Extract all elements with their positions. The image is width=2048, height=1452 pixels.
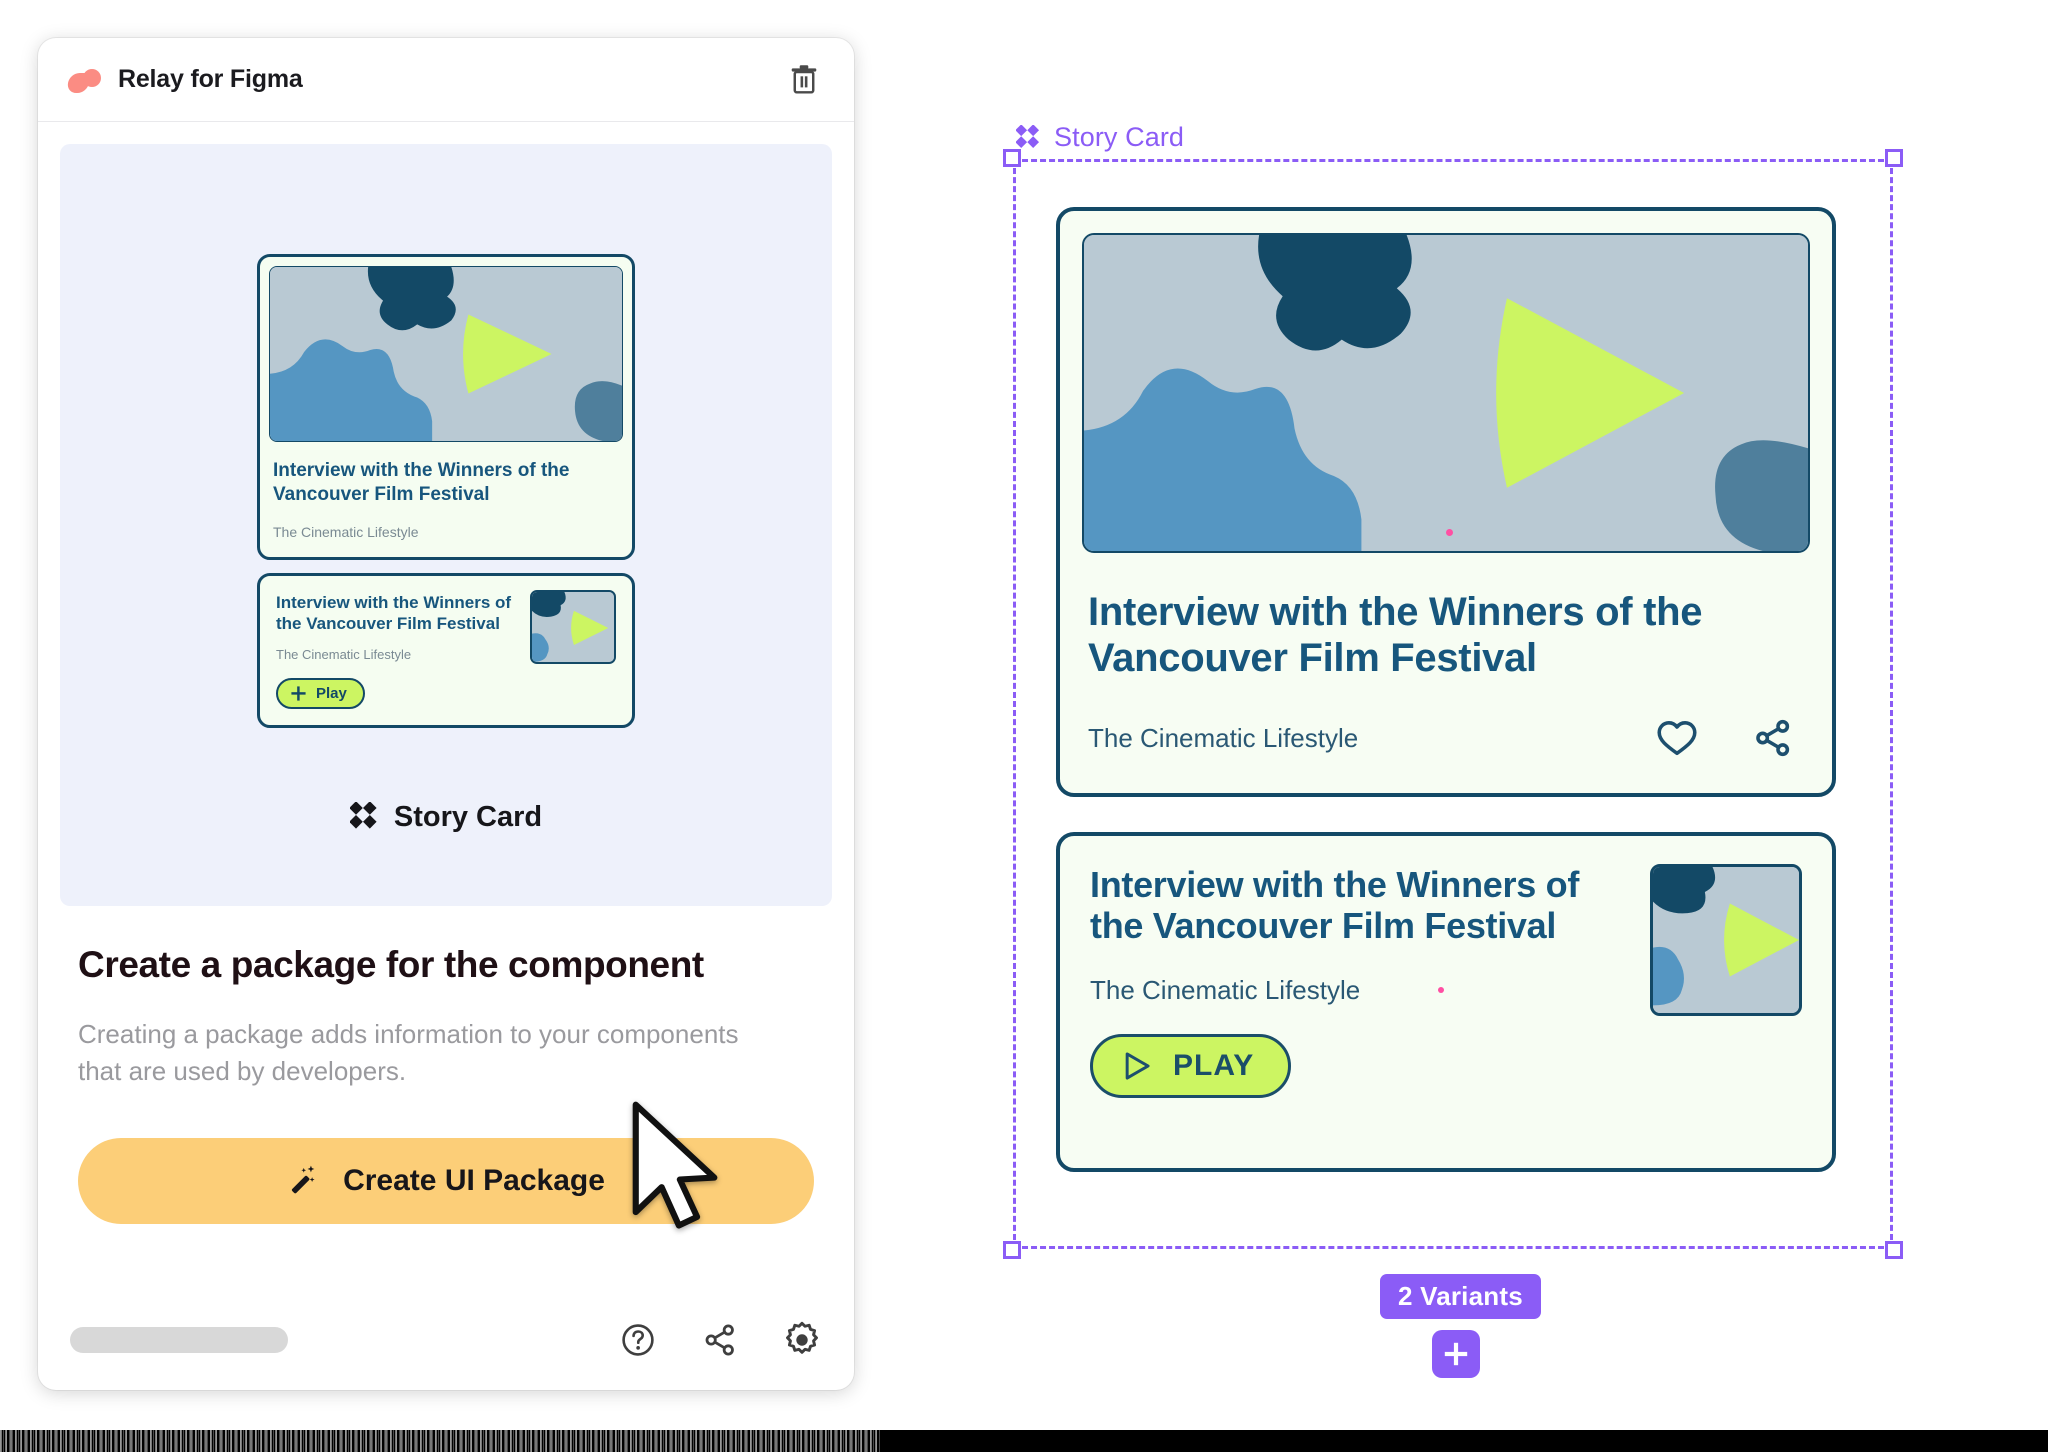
- canvas-label-text: Story Card: [1054, 122, 1185, 152]
- play-triangle-icon: [1125, 1052, 1150, 1080]
- abstract-illustration: [1084, 235, 1808, 551]
- panel-header: Relay for Figma: [38, 38, 854, 122]
- footer-icons: [618, 1320, 822, 1360]
- story-card-variant-title: Interview with the Winners of the Vancou…: [1090, 864, 1580, 947]
- magic-wand-icon: [292, 1165, 315, 1194]
- relay-plugin-panel: Relay for Figma Interview with the Winne…: [38, 38, 854, 1390]
- drag-handle[interactable]: [70, 1327, 288, 1353]
- relay-logo-icon: [66, 67, 102, 93]
- plus-icon: [1444, 1342, 1468, 1366]
- share-icon: [705, 1324, 734, 1356]
- noise-speckle: [0, 1430, 880, 1452]
- center-anchor-dot: [1438, 987, 1445, 994]
- story-card-variant-meta: The Cinematic Lifestyle: [1090, 975, 1626, 1006]
- gear-icon: [786, 1321, 818, 1354]
- story-card-subtitle: The Cinematic Lifestyle: [1088, 722, 1359, 753]
- resize-handle-top-right[interactable]: [1885, 149, 1903, 167]
- help-circle-icon: [622, 1324, 654, 1356]
- plus-icon: [291, 686, 306, 701]
- help-button[interactable]: [618, 1320, 658, 1360]
- mini-cards: Interview with the Winners of the Vancou…: [257, 254, 635, 741]
- story-card-thumbnail: [1082, 233, 1810, 553]
- story-card-actions: [1656, 717, 1804, 759]
- preview-card-default: Interview with the Winners of the Vancou…: [257, 254, 635, 560]
- component-set-selection[interactable]: Interview with the Winners of the Vancou…: [1003, 149, 1903, 1259]
- screen-bottom-strip: [0, 1430, 2048, 1452]
- resize-handle-top-left[interactable]: [1003, 149, 1021, 167]
- like-button[interactable]: [1656, 718, 1698, 758]
- figma-component-icon: [349, 802, 377, 829]
- story-card-meta: The Cinematic Lifestyle: [1088, 717, 1804, 759]
- story-card-title: Interview with the Winners of the Vancou…: [1088, 590, 1703, 680]
- heart-icon: [1657, 721, 1697, 756]
- story-card-default[interactable]: Interview with the Winners of the Vancou…: [1056, 207, 1836, 797]
- center-anchor-dot: [1446, 529, 1453, 536]
- abstract-illustration: [270, 267, 622, 441]
- panel-body: Create a package for the component Creat…: [38, 906, 854, 1224]
- component-preview-stage: Interview with the Winners of the Vancou…: [60, 144, 832, 906]
- stage-label-text: Story Card: [393, 800, 543, 833]
- create-ui-package-button[interactable]: Create UI Package: [78, 1137, 814, 1224]
- figma-component-icon: [1016, 124, 1040, 148]
- panel-title: Relay for Figma: [118, 65, 303, 93]
- create-ui-package-label: Create UI Package: [343, 1163, 605, 1197]
- play-button[interactable]: PLAY: [1090, 1033, 1292, 1098]
- trash-icon: [791, 64, 817, 94]
- preview-card-variant: Interview with the Winners of the Vancou…: [257, 572, 635, 728]
- add-variant-button[interactable]: [1432, 1330, 1480, 1378]
- share-button[interactable]: [700, 1320, 740, 1360]
- share-button[interactable]: [1752, 717, 1794, 759]
- play-button-label: PLAY: [1173, 1048, 1255, 1082]
- preview-card-title: Interview with the Winners of the Vancou…: [273, 460, 570, 506]
- brand: Relay for Figma: [66, 65, 303, 94]
- resize-handle-bottom-left[interactable]: [1003, 1241, 1021, 1259]
- preview-variant-thumbnail: [530, 589, 616, 664]
- preview-card-subtitle: The Cinematic Lifestyle: [273, 523, 419, 540]
- stage-component-label: Story Card: [349, 800, 543, 834]
- variants-badge: 2 Variants: [1380, 1274, 1541, 1319]
- canvas-component-label[interactable]: Story Card: [1016, 122, 1184, 153]
- preview-play-button[interactable]: Play: [276, 677, 365, 709]
- abstract-illustration: [532, 591, 614, 662]
- abstract-illustration: [1653, 867, 1799, 1013]
- preview-play-label: Play: [316, 684, 347, 702]
- delete-button[interactable]: [784, 60, 824, 100]
- panel-subcopy: Creating a package adds information to y…: [78, 1019, 739, 1086]
- settings-button[interactable]: [782, 1320, 822, 1360]
- preview-variant-title: Interview with the Winners of the Vancou…: [276, 592, 512, 634]
- panel-footer: [38, 1290, 854, 1390]
- preview-thumbnail: [269, 266, 623, 442]
- story-card-variant-subtitle: The Cinematic Lifestyle: [1090, 974, 1361, 1005]
- share-icon: [1756, 719, 1790, 757]
- panel-headline: Create a package for the component: [78, 944, 704, 985]
- story-card-variant-thumbnail: [1650, 864, 1802, 1016]
- preview-variant-subtitle: The Cinematic Lifestyle: [276, 647, 412, 663]
- resize-handle-bottom-right[interactable]: [1885, 1241, 1903, 1259]
- story-card-variant[interactable]: Interview with the Winners of the Vancou…: [1056, 832, 1836, 1172]
